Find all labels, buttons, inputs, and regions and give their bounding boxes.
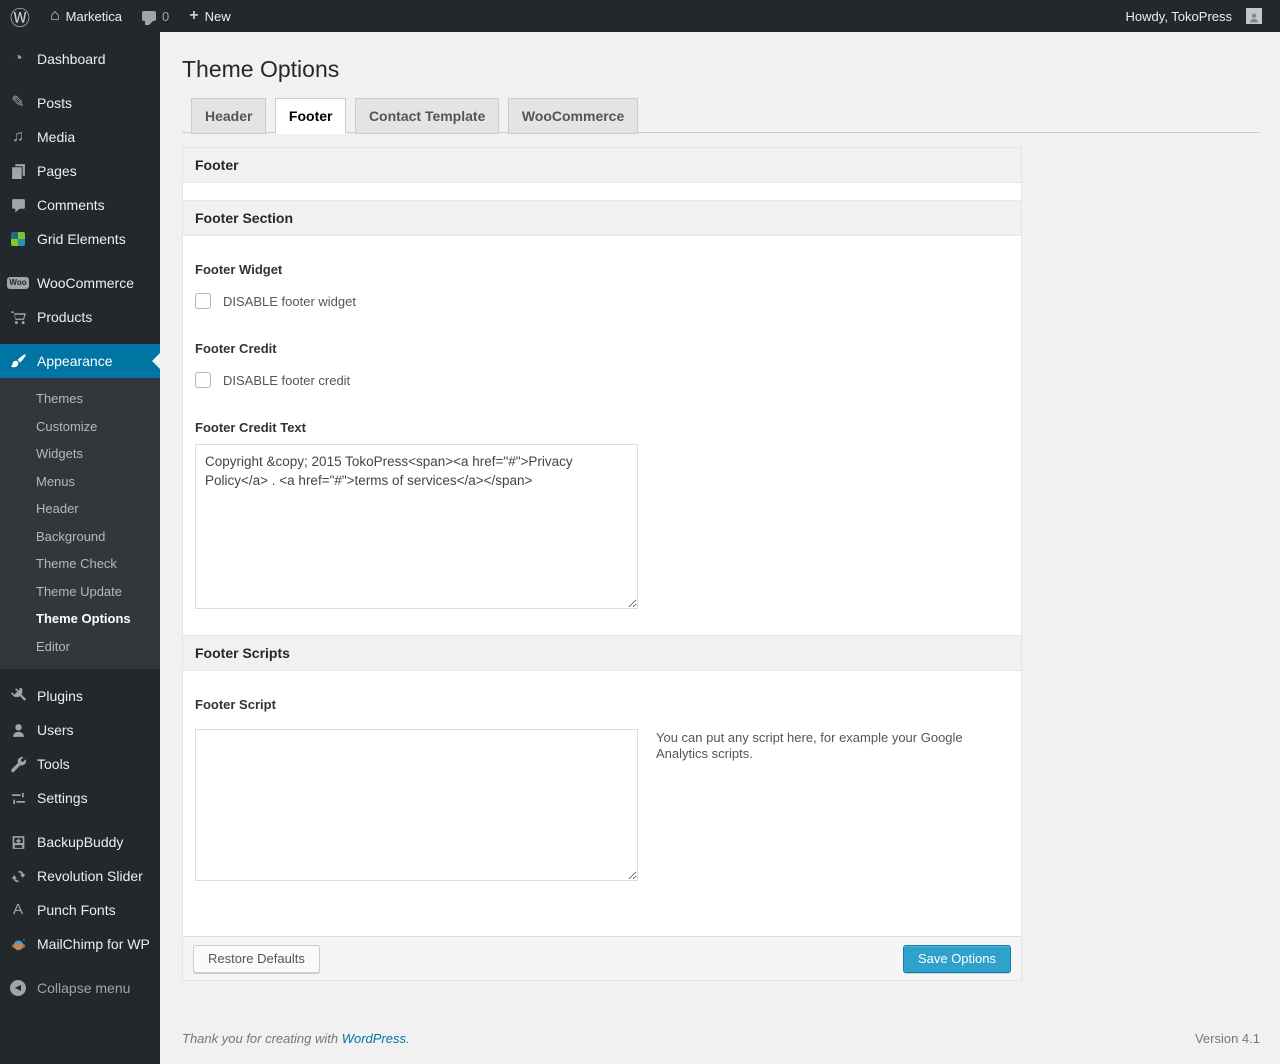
paintbrush-icon (8, 353, 28, 370)
sidebar-item-comments[interactable]: Comments (0, 188, 160, 222)
appearance-submenu: Themes Customize Widgets Menus Header Ba… (0, 378, 160, 669)
sidebar-item-appearance[interactable]: Appearance (0, 344, 160, 378)
sidebar-item-posts[interactable]: ✎ Posts (0, 86, 160, 120)
footer-credit-text-textarea[interactable] (195, 444, 638, 609)
restore-defaults-button[interactable]: Restore Defaults (193, 944, 320, 973)
panel-heading: Footer (183, 148, 1021, 183)
disable-footer-credit-checkbox[interactable] (195, 372, 211, 388)
settings-icon (8, 790, 28, 807)
cart-icon (8, 309, 28, 326)
sidebar-item-users[interactable]: Users (0, 713, 160, 747)
footer-section-body: Footer Widget DISABLE footer widget Foot… (183, 236, 1021, 635)
user-icon (8, 722, 28, 739)
submenu-item-editor[interactable]: Editor (0, 633, 160, 661)
sidebar-item-media[interactable]: ♫ Media (0, 120, 160, 154)
tab-footer[interactable]: Footer (274, 98, 347, 134)
submenu-item-menus[interactable]: Menus (0, 468, 160, 496)
wrench-icon (8, 756, 28, 773)
comments-shortcut[interactable]: 0 (132, 0, 179, 32)
submenu-item-header[interactable]: Header (0, 495, 160, 523)
footer-credit-checkbox-row: DISABLE footer credit (195, 372, 1009, 388)
mailchimp-monkey-icon (8, 936, 28, 953)
woocommerce-icon: Woo (7, 277, 29, 289)
sidebar-item-plugins[interactable]: Plugins (0, 679, 160, 713)
grid-elements-icon (8, 232, 28, 246)
submenu-item-theme-options[interactable]: Theme Options (0, 605, 160, 633)
sidebar-item-mailchimp[interactable]: MailChimp for WP (0, 927, 160, 961)
footer-widget-label: Footer Widget (195, 262, 283, 277)
footer-credit-label: Footer Credit (195, 341, 277, 356)
home-icon: ⌂ (50, 7, 60, 24)
submenu-item-customize[interactable]: Customize (0, 413, 160, 441)
howdy-text: Howdy, TokoPress (1125, 8, 1232, 24)
comments-icon (8, 197, 28, 214)
pages-icon (8, 163, 28, 180)
disable-footer-widget-checkbox[interactable] (195, 293, 211, 309)
site-name: Marketica (65, 8, 123, 24)
submenu-item-theme-check[interactable]: Theme Check (0, 550, 160, 578)
panel-action-bar: Restore Defaults Save Options (183, 936, 1021, 980)
sidebar-item-products[interactable]: Products (0, 300, 160, 334)
footer-scripts-heading: Footer Scripts (183, 635, 1021, 671)
tab-bar: Header Footer Contact Template WooCommer… (182, 97, 1260, 134)
submenu-item-themes[interactable]: Themes (0, 385, 160, 413)
backup-icon (8, 834, 28, 851)
admin-sidebar: ◔ Dashboard ✎ Posts ♫ Media Pages Commen… (0, 32, 160, 1064)
admin-bar: Ⓦ ⌂ Marketica 0 + New Howdy, TokoPress (0, 0, 1280, 32)
footer-script-label: Footer Script (195, 697, 276, 712)
media-icon: ♫ (12, 128, 24, 145)
footer-thanks-text: Thank you for creating with WordPress. (182, 1031, 410, 1046)
new-label: New (204, 8, 231, 24)
footer-section-heading: Footer Section (183, 200, 1021, 236)
plus-icon: + (189, 7, 199, 24)
wordpress-logo-icon: Ⓦ (10, 7, 30, 30)
avatar (1246, 8, 1262, 24)
sidebar-item-woocommerce[interactable]: Woo WooCommerce (0, 266, 160, 300)
footer-scripts-body: Footer Script You can put any script her… (183, 671, 1021, 936)
submenu-item-theme-update[interactable]: Theme Update (0, 578, 160, 606)
tab-contact-template[interactable]: Contact Template (354, 98, 500, 134)
sidebar-item-backupbuddy[interactable]: BackupBuddy (0, 825, 160, 859)
footer-credit-text-label: Footer Credit Text (195, 420, 306, 435)
site-link[interactable]: ⌂ Marketica (40, 0, 132, 32)
refresh-icon (8, 868, 28, 885)
sidebar-item-revolution-slider[interactable]: Revolution Slider (0, 859, 160, 893)
pushpin-icon: ✎ (11, 94, 25, 111)
theme-options-panel: Footer Footer Section Footer Widget DISA… (182, 147, 1022, 981)
footer-widget-checkbox-row: DISABLE footer widget (195, 293, 1009, 309)
main-content: Theme Options Header Footer Contact Temp… (160, 0, 1280, 1062)
version-text: Version 4.1 (1194, 1031, 1260, 1046)
submenu-item-background[interactable]: Background (0, 523, 160, 551)
account-menu[interactable]: Howdy, TokoPress (1116, 0, 1272, 32)
save-options-button[interactable]: Save Options (902, 944, 1011, 973)
tab-header[interactable]: Header (191, 98, 267, 134)
sidebar-item-dashboard[interactable]: ◔ Dashboard (0, 42, 160, 76)
new-content-menu[interactable]: + New (179, 0, 240, 32)
footer-script-textarea[interactable] (195, 729, 638, 881)
plugin-icon (8, 687, 28, 705)
page-footer: Thank you for creating with WordPress. V… (182, 1031, 1260, 1062)
wordpress-link[interactable]: WordPress (342, 1031, 406, 1046)
comment-bubble-icon (142, 11, 157, 25)
sidebar-item-punch-fonts[interactable]: A Punch Fonts (0, 893, 160, 927)
letter-a-icon: A (12, 901, 23, 918)
sidebar-item-tools[interactable]: Tools (0, 747, 160, 781)
dashboard-icon: ◔ (13, 50, 23, 67)
collapse-arrow-icon: ◀ (8, 980, 28, 996)
footer-script-description: You can put any script here, for example… (656, 730, 963, 761)
sidebar-item-grid-elements[interactable]: Grid Elements (0, 222, 160, 256)
page-title: Theme Options (182, 56, 340, 82)
wordpress-menu[interactable]: Ⓦ (0, 0, 40, 32)
sidebar-item-settings[interactable]: Settings (0, 781, 160, 815)
collapse-menu-button[interactable]: ◀ Collapse menu (0, 971, 160, 1005)
comment-count: 0 (162, 8, 170, 24)
sidebar-item-pages[interactable]: Pages (0, 154, 160, 188)
submenu-item-widgets[interactable]: Widgets (0, 440, 160, 468)
tab-woocommerce[interactable]: WooCommerce (507, 98, 639, 134)
